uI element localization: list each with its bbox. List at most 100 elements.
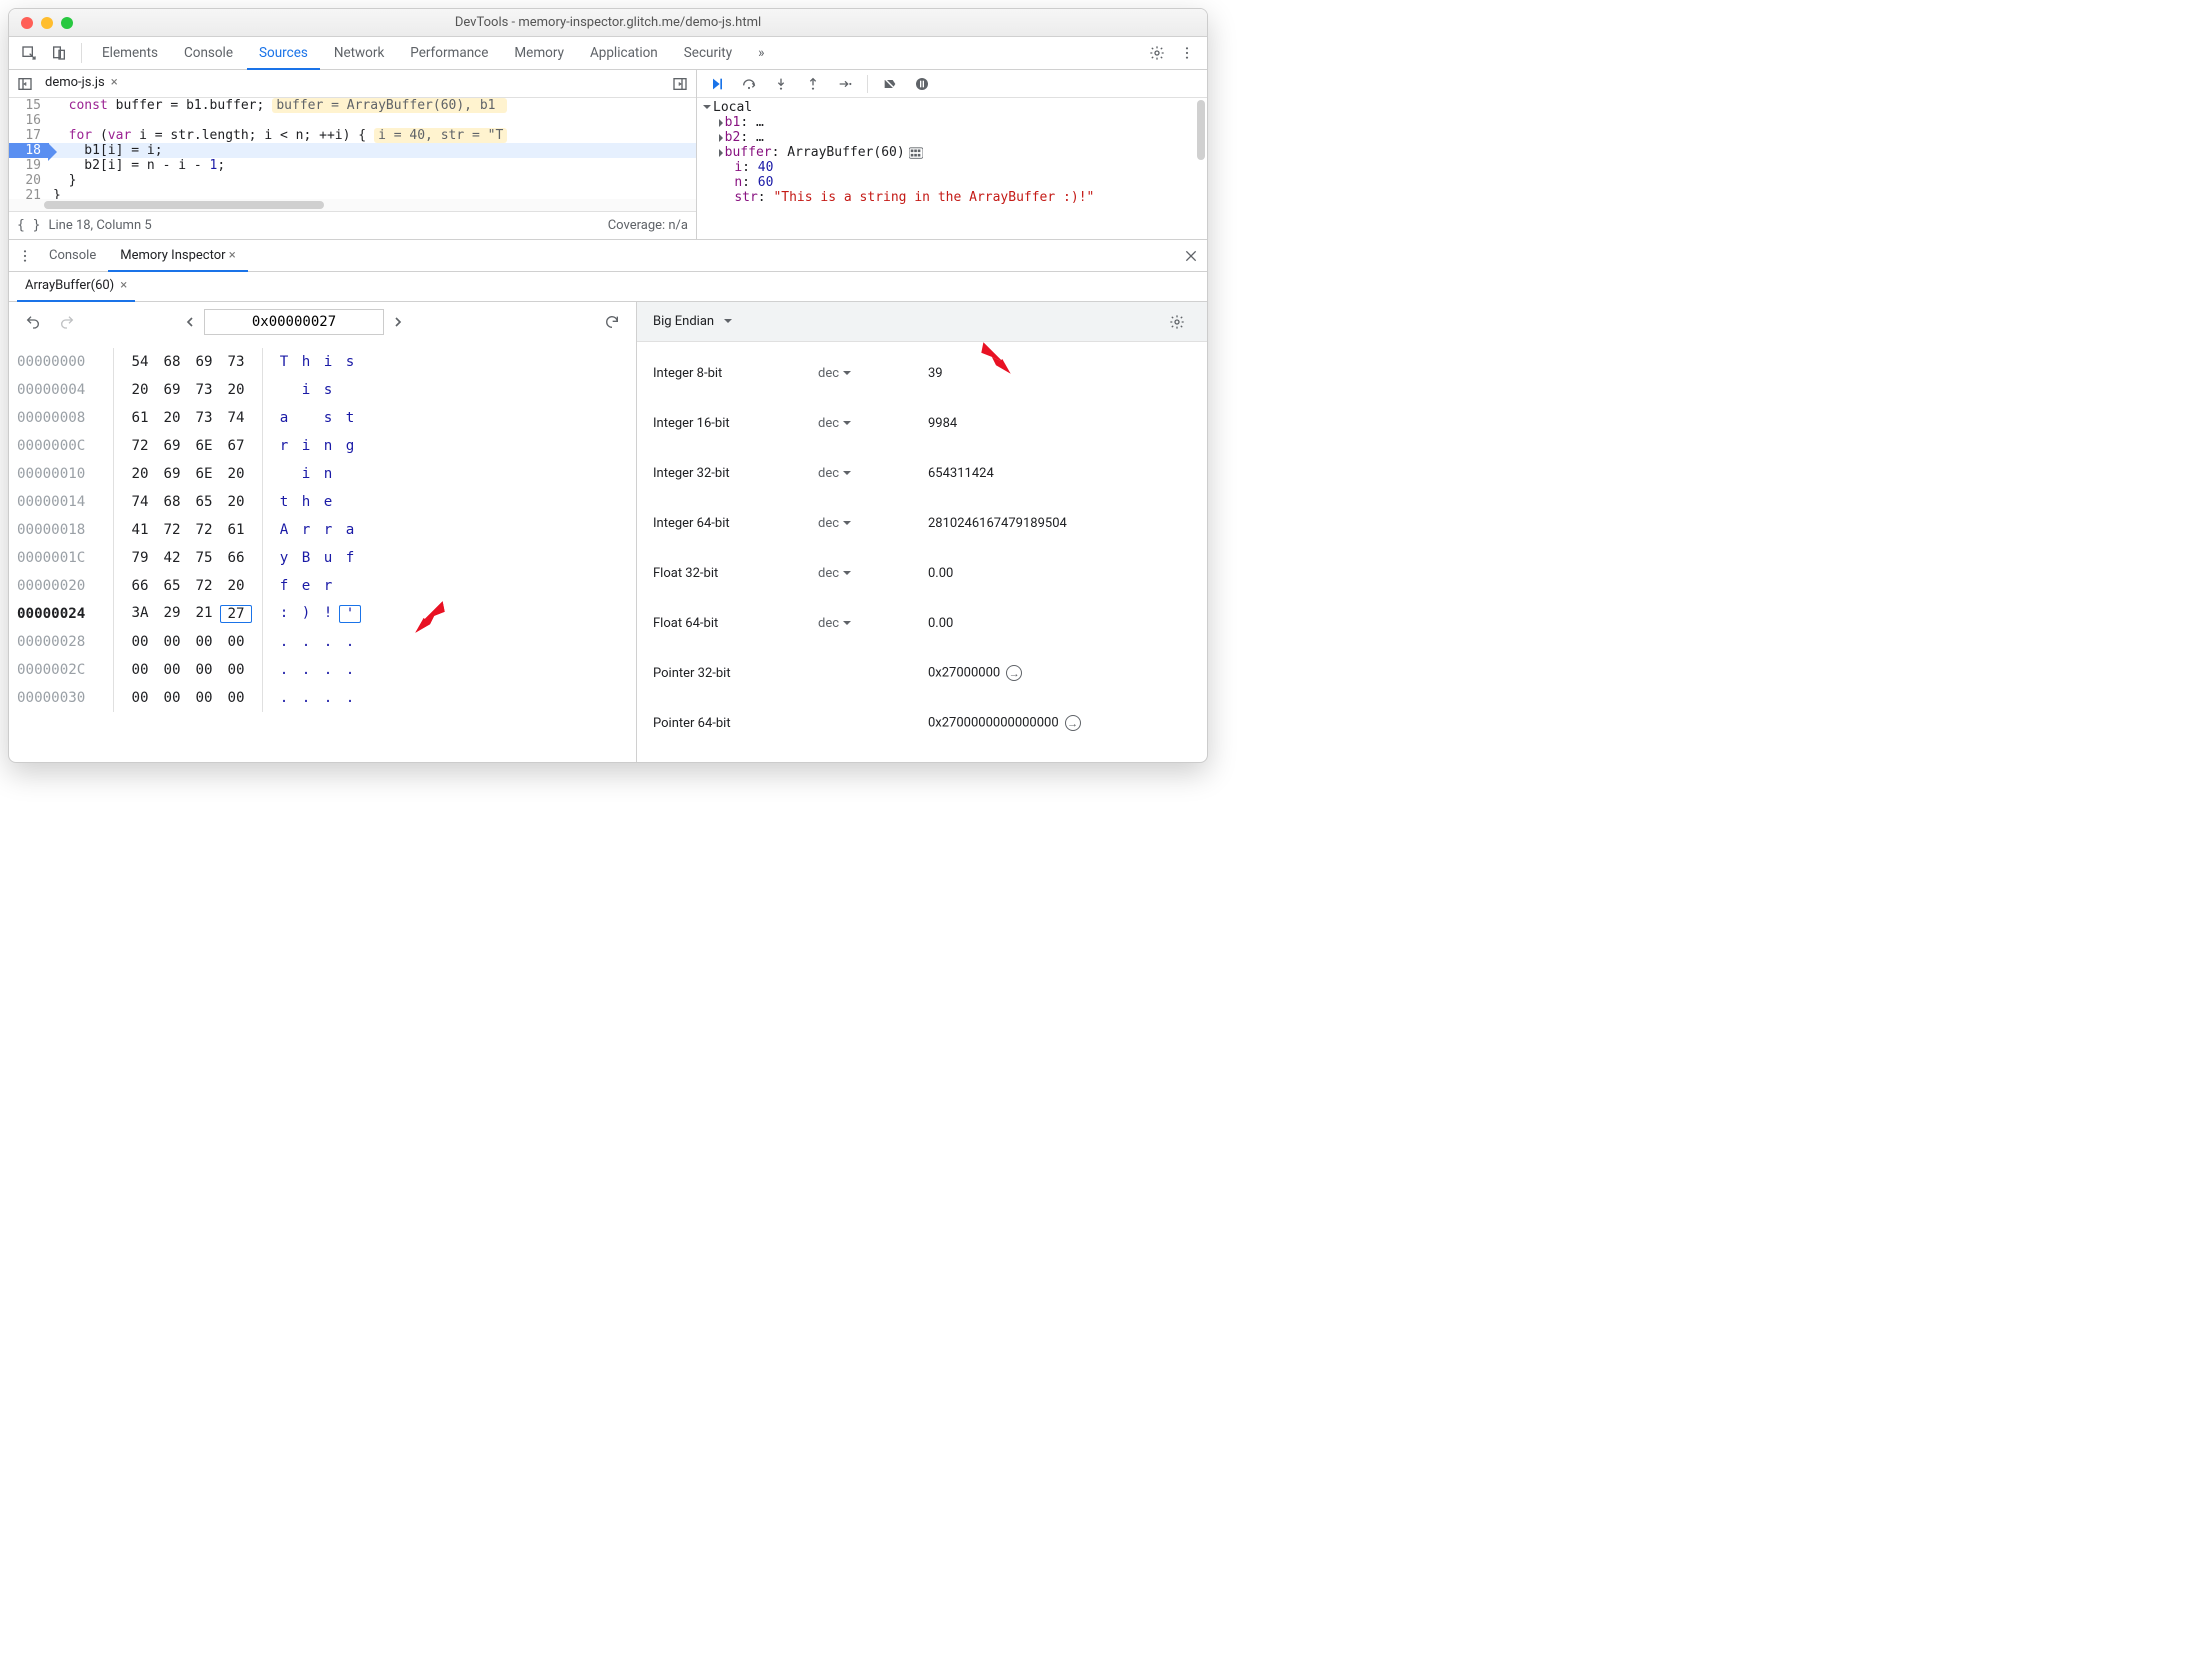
code-line[interactable]: 18 b1[i] = i;: [9, 143, 696, 158]
scope-variable[interactable]: i: 40: [703, 160, 1201, 175]
step-into-icon[interactable]: [767, 70, 795, 98]
hex-ascii-char[interactable]: e: [295, 578, 317, 594]
hex-byte[interactable]: 68: [156, 494, 188, 510]
hex-byte[interactable]: 73: [188, 382, 220, 398]
hex-byte[interactable]: 00: [188, 634, 220, 650]
next-page-icon[interactable]: [386, 308, 410, 336]
hex-byte[interactable]: 00: [124, 634, 156, 650]
hex-byte[interactable]: 61: [220, 522, 252, 538]
prev-page-icon[interactable]: [178, 308, 202, 336]
scope-variable[interactable]: buffer: ArrayBuffer(60): [703, 145, 1201, 160]
hex-row[interactable]: 0000002800000000....: [17, 628, 628, 656]
hex-byte[interactable]: 00: [124, 690, 156, 706]
hex-ascii-char[interactable]: :: [273, 605, 295, 623]
hex-row[interactable]: 0000002C00000000....: [17, 656, 628, 684]
hex-row[interactable]: 0000000861207374a st: [17, 404, 628, 432]
tab-application[interactable]: Application: [578, 37, 670, 70]
hex-byte[interactable]: 74: [220, 410, 252, 426]
inspect-element-icon[interactable]: [15, 39, 43, 67]
jump-to-address-icon[interactable]: [1065, 715, 1081, 731]
navigator-toggle-icon[interactable]: [13, 70, 37, 98]
hex-ascii-char[interactable]: a: [273, 410, 295, 426]
hex-byte[interactable]: 3A: [124, 605, 156, 623]
more-icon[interactable]: [1173, 39, 1201, 67]
hex-ascii-char[interactable]: [273, 382, 295, 398]
scope-variable[interactable]: b1: …: [703, 115, 1201, 130]
refresh-icon[interactable]: [598, 308, 626, 336]
undo-icon[interactable]: [19, 308, 47, 336]
hex-byte[interactable]: 69: [156, 382, 188, 398]
hex-ascii-char[interactable]: .: [339, 662, 361, 678]
close-icon[interactable]: ×: [229, 248, 236, 263]
hex-byte[interactable]: 66: [220, 550, 252, 566]
hex-ascii-char[interactable]: i: [317, 354, 339, 370]
code-line[interactable]: 17 for (var i = str.length; i < n; ++i) …: [9, 128, 696, 143]
scope-variable[interactable]: str: "This is a string in the ArrayBuffe…: [703, 190, 1201, 205]
hex-ascii-char[interactable]: [339, 578, 361, 594]
hex-byte[interactable]: 65: [156, 578, 188, 594]
code-line[interactable]: 15 const buffer = b1.buffer;buffer = Arr…: [9, 98, 696, 113]
hex-row[interactable]: 0000001020696E20 in: [17, 460, 628, 488]
hex-byte[interactable]: 00: [220, 662, 252, 678]
hex-byte[interactable]: 6E: [188, 466, 220, 482]
hex-ascii-char[interactable]: y: [273, 550, 295, 566]
pretty-print-icon[interactable]: { }: [17, 218, 40, 233]
hex-ascii-char[interactable]: ): [295, 605, 317, 623]
value-format-select[interactable]: dec: [818, 566, 928, 581]
hex-row[interactable]: 0000000420697320 is: [17, 376, 628, 404]
hex-byte[interactable]: 42: [156, 550, 188, 566]
reveal-in-memory-icon[interactable]: [909, 147, 923, 159]
hex-ascii-char[interactable]: a: [339, 522, 361, 538]
hex-ascii-char[interactable]: [339, 382, 361, 398]
hex-ascii-char[interactable]: T: [273, 354, 295, 370]
scrollbar-thumb[interactable]: [1197, 100, 1205, 160]
hex-ascii-char[interactable]: r: [317, 578, 339, 594]
hex-ascii-char[interactable]: s: [339, 354, 361, 370]
hex-ascii-char[interactable]: r: [317, 522, 339, 538]
code-line[interactable]: 19 b2[i] = n - i - 1;: [9, 158, 696, 173]
hex-byte[interactable]: 74: [124, 494, 156, 510]
tab-performance[interactable]: Performance: [398, 37, 500, 70]
hex-byte[interactable]: 72: [188, 522, 220, 538]
hex-byte[interactable]: 6E: [188, 438, 220, 454]
hex-ascii-char[interactable]: .: [273, 634, 295, 650]
hex-byte[interactable]: 20: [220, 578, 252, 594]
hex-byte[interactable]: 21: [188, 605, 220, 623]
hex-ascii-char[interactable]: r: [295, 522, 317, 538]
tab-network[interactable]: Network: [322, 37, 396, 70]
resume-icon[interactable]: [703, 70, 731, 98]
hex-row[interactable]: 0000001474686520the: [17, 488, 628, 516]
hex-byte[interactable]: 66: [124, 578, 156, 594]
endianness-select[interactable]: Big Endian: [653, 314, 734, 329]
scope-variable[interactable]: n: 60: [703, 175, 1201, 190]
hex-ascii-char[interactable]: i: [295, 438, 317, 454]
hex-ascii-char[interactable]: r: [273, 438, 295, 454]
value-format-select[interactable]: dec: [818, 516, 928, 531]
tab-console[interactable]: Console: [172, 37, 245, 70]
value-format-select[interactable]: dec: [818, 466, 928, 481]
buffer-tab[interactable]: ArrayBuffer(60) ×: [17, 272, 135, 302]
hex-ascii-char[interactable]: h: [295, 494, 317, 510]
hex-ascii-char[interactable]: A: [273, 522, 295, 538]
value-format-select[interactable]: dec: [818, 616, 928, 631]
hex-ascii-char[interactable]: s: [317, 382, 339, 398]
hex-byte[interactable]: 00: [156, 634, 188, 650]
hex-grid[interactable]: 0000000054686973This0000000420697320 is …: [9, 342, 636, 762]
hex-byte[interactable]: 67: [220, 438, 252, 454]
hex-ascii-char[interactable]: h: [295, 354, 317, 370]
hex-row[interactable]: 000000243A292127:)!': [17, 600, 628, 628]
hex-row[interactable]: 0000000C72696E67ring: [17, 432, 628, 460]
hex-row[interactable]: 0000001841727261Arra: [17, 516, 628, 544]
step-over-icon[interactable]: [735, 70, 763, 98]
close-icon[interactable]: ×: [111, 75, 118, 90]
hex-byte[interactable]: 27: [220, 605, 252, 623]
hex-ascii-char[interactable]: f: [273, 578, 295, 594]
hex-ascii-char[interactable]: [295, 410, 317, 426]
hex-ascii-char[interactable]: t: [273, 494, 295, 510]
code-editor[interactable]: 15 const buffer = b1.buffer;buffer = Arr…: [9, 98, 696, 199]
drawer-tab-console[interactable]: Console: [37, 240, 108, 272]
interpreter-settings-icon[interactable]: [1163, 308, 1191, 336]
settings-icon[interactable]: [1143, 39, 1171, 67]
hex-ascii-char[interactable]: i: [295, 466, 317, 482]
hex-ascii-char[interactable]: [339, 494, 361, 510]
